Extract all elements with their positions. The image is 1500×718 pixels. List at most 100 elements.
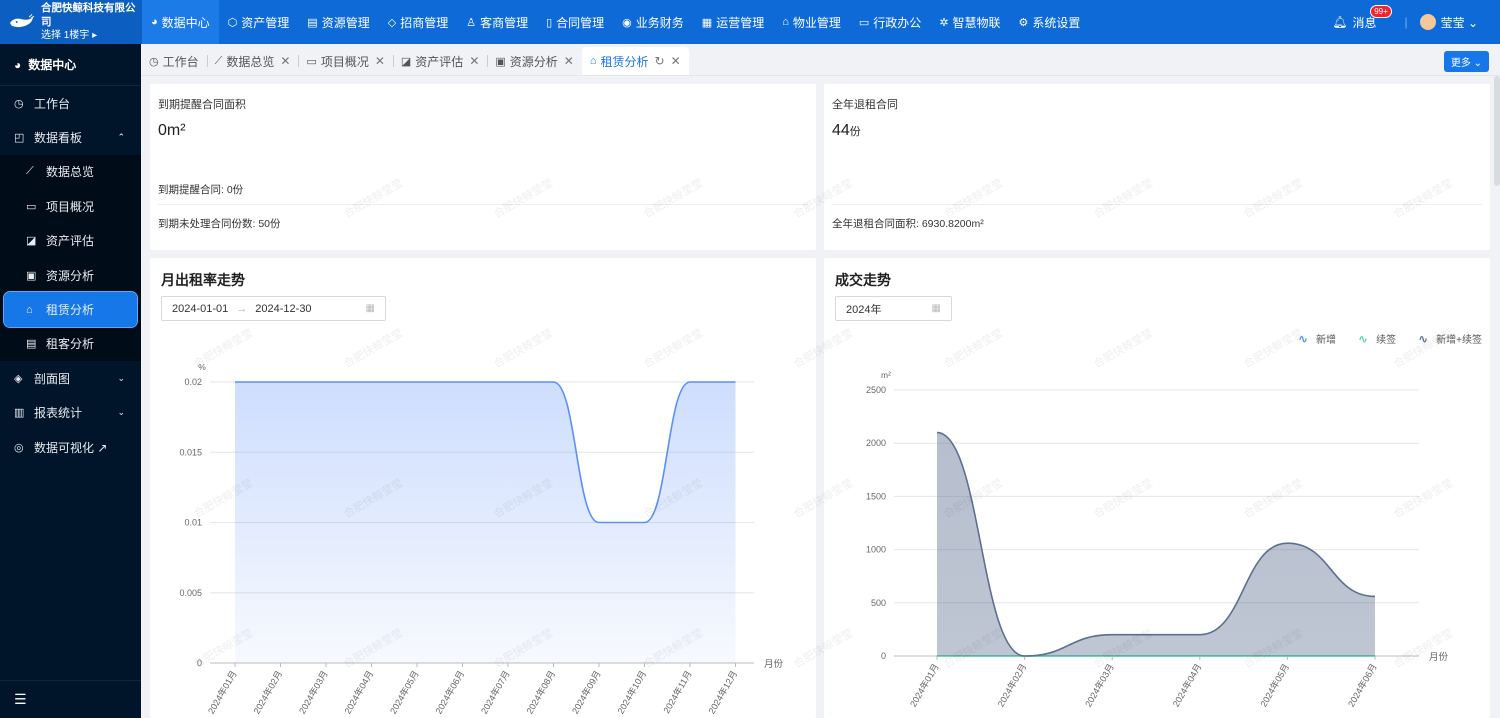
brand-area[interactable]: 合肥快鲸科技有限公司 选择 1楼宇 ▸ — [0, 0, 142, 44]
dashboard-icon: ◷ — [14, 97, 24, 110]
sidebar-item-0[interactable]: ◷ 工作台 — [0, 86, 141, 120]
tab-2[interactable]: ▭ 项目概况 ✕ — [298, 47, 392, 75]
sidebar-item-9[interactable]: ▥ 报表统计 ⌄ — [0, 396, 141, 430]
expiry-contract-count: 到期提醒合同: 0份 — [158, 184, 244, 196]
broom-icon: ⟋ — [214, 54, 223, 67]
nav-item-11[interactable]: ⚙ 系统设置 — [1010, 0, 1090, 44]
nav-item-1[interactable]: ⬡ 资产管理 — [219, 0, 299, 44]
refresh-icon[interactable]: ↻ — [655, 54, 665, 68]
tab-label: 工作台 — [162, 54, 199, 69]
series-area — [235, 382, 736, 663]
x-tick-label: 2024年06月 — [1345, 662, 1379, 709]
finance-icon: ◉ — [622, 16, 632, 29]
divider — [158, 204, 808, 205]
nav-item-4[interactable]: ♙ 客商管理 — [457, 0, 537, 44]
tab-5[interactable]: ⌂ 租赁分析 ↻ ✕ — [581, 47, 689, 75]
close-icon[interactable]: ✕ — [280, 54, 290, 68]
deal-trend-chart: 0 500 1000 1500 2000 2500 m² 月份 2024年01月 2024年02月… — [866, 370, 1449, 709]
close-icon[interactable]: ✕ — [671, 54, 681, 68]
unprocessed-contract-count: 到期未处理合同份数: 50份 — [158, 218, 281, 230]
close-icon[interactable]: ✕ — [564, 54, 574, 68]
close-icon[interactable]: ✕ — [469, 54, 479, 68]
nav-item-10[interactable]: ✲ 智慧物联 — [930, 0, 1009, 44]
x-tick-label: 2024年11月 — [661, 669, 694, 716]
sidebar-item-8[interactable]: ◈ 剖面图 ⌄ — [0, 361, 141, 395]
pie-chart-icon: ◕ — [151, 16, 158, 28]
sidebar-item-label: 租客分析 — [46, 337, 95, 352]
x-axis-label: 月份 — [764, 658, 784, 670]
nav-item-label: 客商管理 — [480, 15, 529, 30]
pie-chart-icon: ◕ — [14, 57, 22, 72]
section-icon: ◈ — [14, 372, 23, 385]
chevron-icon: ⌃ — [117, 132, 125, 143]
nav-item-label: 资产管理 — [241, 15, 290, 30]
sidebar-item-1[interactable]: ◰ 数据看板 ⌃ — [0, 120, 141, 154]
more-tabs-button[interactable]: 更多 ⌄ — [1443, 51, 1489, 72]
x-tick-label: 2024年01月 — [205, 669, 239, 716]
sidebar-item-4[interactable]: ◪ 资产评估 — [0, 224, 141, 258]
x-tick-label: 2024年02月 — [251, 669, 285, 716]
sidebar-item-5[interactable]: ▣ 资源分析 — [0, 258, 141, 292]
x-tick-label: 2024年10月 — [615, 669, 649, 716]
sidebar-item-label: 资源分析 — [46, 268, 95, 283]
sidebar-item-2[interactable]: ⟋ 数据总览 — [0, 155, 141, 189]
user-name: 莹莹 ⌄ — [1440, 15, 1478, 30]
x-tick-label: 2024年05月 — [1258, 662, 1292, 709]
nav-item-9[interactable]: ▭ 行政办公 — [850, 0, 930, 44]
nav-item-0[interactable]: ◕ 数据中心 — [142, 0, 219, 44]
close-icon[interactable]: ✕ — [375, 54, 385, 68]
nav-item-3[interactable]: ◇ 招商管理 — [379, 0, 457, 44]
nav-item-label: 系统设置 — [1032, 15, 1081, 30]
nav-item-label: 合同管理 — [556, 15, 605, 30]
y-tick-label: 2500 — [866, 385, 886, 395]
tab-4[interactable]: ▣ 资源分析 ✕ — [487, 47, 581, 75]
home-icon: ⌂ — [782, 16, 789, 28]
page-scrollbar[interactable] — [1494, 76, 1500, 186]
nav-item-label: 运营管理 — [716, 15, 765, 30]
sidebar-item-10[interactable]: ◎ 数据可视化 ↗ — [0, 430, 141, 464]
x-tick-label: 2024年02月 — [995, 662, 1029, 709]
nav-item-6[interactable]: ◉ 业务财务 — [613, 0, 693, 44]
tab-0[interactable]: ◷ 工作台 — [141, 47, 207, 75]
divider: | — [1404, 15, 1408, 29]
annual-termination-card: 全年退租合同 44份 全年退租合同面积: 6930.8200m² — [824, 84, 1490, 250]
y-tick-label: 1500 — [866, 491, 886, 501]
top-navigation-bar: 合肥快鲸科技有限公司 选择 1楼宇 ▸ ◕ 数据中心 ⬡ 资产管理 ▤ 资源管理 ◇ 招商管理… — [0, 0, 1500, 44]
users-icon: ♙ — [466, 16, 477, 29]
nav-item-8[interactable]: ⌂ 物业管理 — [773, 0, 850, 44]
broom-icon: ⟋ — [26, 165, 34, 178]
nav-item-7[interactable]: ▦ 运营管理 — [693, 0, 773, 44]
sidebar-header: ◕ 数据中心 — [0, 44, 141, 86]
nav-item-label: 招商管理 — [400, 15, 449, 30]
y-tick-label: 0.015 — [179, 447, 202, 457]
edit-icon: ◪ — [26, 235, 37, 248]
expiry-reminder-card: 到期提醒合同面积 0m² 到期提醒合同: 0份 到期未处理合同份数: 50份 — [150, 84, 816, 250]
sidebar: ◕ 数据中心 ◷ 工作台 ◰ 数据看板 ⌃ ⟋ 数据总览 ▭ 项目概况 ◪ 资产评估 ▣ 资源分析 ⌂ 租赁… — [0, 44, 141, 718]
y-tick-label: 0.02 — [184, 377, 202, 387]
nav-item-5[interactable]: ▯ 合同管理 — [537, 0, 613, 44]
bell-icon: 🔔︎ — [1332, 15, 1348, 29]
y-axis-unit: % — [198, 362, 206, 372]
user-menu[interactable]: 莹莹 ⌄ — [1419, 14, 1478, 31]
sidebar-item-3[interactable]: ▭ 项目概况 — [0, 189, 141, 223]
nav-item-2[interactable]: ▤ 资源管理 — [298, 0, 378, 44]
message-button[interactable]: 🔔︎ 消息 99+ — [1332, 4, 1392, 31]
nav-item-label: 业务财务 — [635, 15, 684, 30]
building-selector[interactable]: 选择 1楼宇 ▸ — [41, 29, 142, 43]
cube-icon: ⬡ — [227, 16, 238, 29]
sidebar-item-label: 数据总览 — [46, 165, 95, 180]
sidebar-item-7[interactable]: ▤ 租客分析 — [0, 327, 141, 361]
tenant-icon: ▤ — [26, 338, 37, 351]
tab-3[interactable]: ◪ 资产评估 ✕ — [392, 47, 487, 75]
nav-item-label: 智慧物联 — [952, 15, 1001, 30]
x-tick-label: 2024年12月 — [706, 669, 740, 716]
tab-1[interactable]: ⟋ 数据总览 ✕ — [206, 47, 299, 75]
x-tick-label: 2024年03月 — [1082, 662, 1116, 709]
collapse-menu-button[interactable]: ☰ — [0, 680, 141, 718]
sidebar-item-6[interactable]: ⌂ 租赁分析 — [3, 291, 138, 328]
divider — [832, 204, 1482, 205]
organization-name: 合肥快鲸科技有限公司 — [40, 2, 136, 28]
y-tick-label: 500 — [871, 598, 886, 608]
tag-icon: ◇ — [387, 16, 397, 29]
dashboard-icon: ◷ — [149, 55, 159, 68]
